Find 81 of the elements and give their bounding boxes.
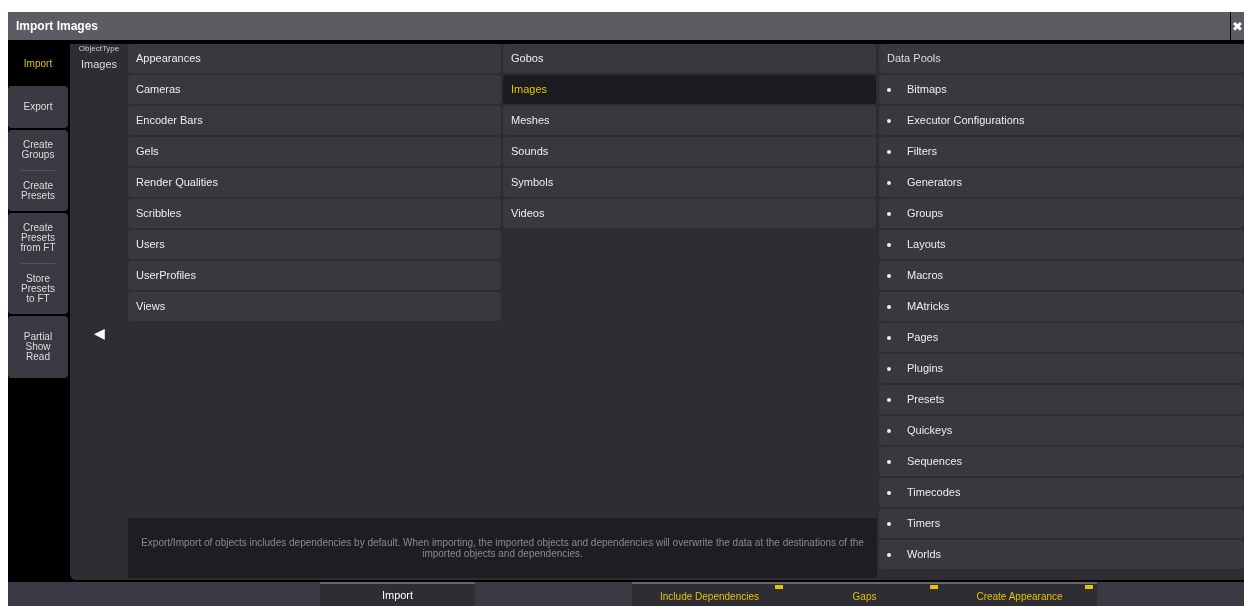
list-item[interactable]: Presets — [879, 385, 1244, 414]
list-item[interactable]: Worlds — [879, 540, 1244, 569]
bullet-icon — [887, 149, 891, 154]
list-item-label: Timers — [907, 516, 941, 532]
bullet-icon — [887, 366, 891, 371]
bullet-icon — [887, 211, 891, 216]
list-item[interactable]: Pages — [879, 323, 1244, 352]
list-item[interactable]: Quickeys — [879, 416, 1244, 445]
list-item[interactable]: Executor Configurations — [879, 106, 1244, 135]
indicator-icon — [1085, 585, 1093, 589]
list-item-label: Generators — [907, 175, 963, 191]
object-type-caption: ObjectType — [78, 44, 120, 54]
list-item[interactable]: Appearances — [128, 44, 501, 73]
toggle-button[interactable]: Include Dependencies — [632, 582, 787, 606]
list-item-label: Worlds — [907, 547, 942, 563]
list-item-label: Pages — [907, 330, 939, 346]
list-item[interactable]: UserProfiles — [128, 261, 501, 290]
close-button[interactable]: ✖ — [1230, 12, 1244, 40]
list-item-label: Presets — [907, 392, 945, 408]
bullet-icon — [887, 118, 891, 123]
list-item[interactable]: Meshes — [503, 106, 876, 135]
list-item[interactable]: Encoder Bars — [128, 106, 501, 135]
list-item[interactable]: Sounds — [503, 137, 876, 166]
bullet-icon — [887, 87, 891, 92]
list-item-label: Sequences — [907, 454, 963, 470]
list-item[interactable]: Plugins — [879, 354, 1244, 383]
list-item[interactable]: Symbols — [503, 168, 876, 197]
list-item[interactable]: Scribbles — [128, 199, 501, 228]
list-item[interactable]: Gels — [128, 137, 501, 166]
list-item[interactable]: Macros — [879, 261, 1244, 290]
bullet-icon — [887, 459, 891, 464]
list-header: Data Pools — [879, 44, 1244, 73]
sidebar-item[interactable]: Create Presets — [8, 175, 68, 207]
list-item[interactable]: MAtricks — [879, 292, 1244, 321]
window-title: Import Images — [15, 18, 99, 35]
list-item-label: Quickeys — [907, 423, 953, 439]
bullet-icon — [887, 242, 891, 247]
bullet-icon — [887, 335, 891, 340]
list-item[interactable]: Generators — [879, 168, 1244, 197]
list-item[interactable]: Bitmaps — [879, 75, 1244, 104]
bullet-icon — [887, 397, 891, 402]
sidebar-item[interactable]: Create Presets from FT — [8, 217, 68, 259]
list-item-label: MAtricks — [907, 299, 950, 315]
toggle-button[interactable]: Gaps — [787, 582, 942, 606]
list-item[interactable]: Videos — [503, 199, 876, 228]
indicator-icon — [775, 585, 783, 589]
list-item[interactable]: Users — [128, 230, 501, 259]
list-item[interactable]: Gobos — [503, 44, 876, 73]
list-item[interactable]: Timecodes — [879, 478, 1244, 507]
list-item[interactable]: Groups — [879, 199, 1244, 228]
list-item[interactable]: Layouts — [879, 230, 1244, 259]
import-button[interactable]: Import — [320, 582, 475, 606]
bullet-icon — [887, 428, 891, 433]
list-item-label: Timecodes — [907, 485, 961, 501]
list-item[interactable]: Cameras — [128, 75, 501, 104]
bullet-icon — [887, 490, 891, 495]
info-text: Export/Import of objects includes dependencies by default. When importing, the imported objects and dependencies will overwrite the data at the destinations of the imported objects and dependencies. — [140, 537, 865, 559]
bullet-icon — [887, 180, 891, 185]
list-item-label: Executor Configurations — [907, 113, 1025, 129]
indicator-icon — [930, 585, 938, 589]
toggle-button[interactable]: Create Appearance — [942, 582, 1097, 606]
sidebar-item[interactable]: Store Presets to FT — [8, 268, 68, 310]
bullet-icon — [887, 552, 891, 557]
list-item[interactable]: Render Qualities — [128, 168, 501, 197]
bullet-icon — [887, 521, 891, 526]
list-item-label: Filters — [907, 144, 937, 160]
list-item[interactable]: Filters — [879, 137, 1244, 166]
list-item-label: Groups — [907, 206, 944, 222]
bullet-icon — [887, 273, 891, 278]
list-item-label: Plugins — [907, 361, 944, 377]
sidebar-item[interactable]: Create Groups — [8, 134, 68, 166]
list-item[interactable]: Timers — [879, 509, 1244, 538]
list-item[interactable]: Views — [128, 292, 501, 321]
list-item[interactable]: Images — [503, 75, 876, 104]
bullet-icon — [887, 304, 891, 309]
list-item-label: Macros — [907, 268, 944, 284]
object-type-value: Images — [80, 57, 118, 72]
back-button[interactable]: ◀ — [93, 322, 105, 344]
list-item-label: Layouts — [907, 237, 946, 253]
list-item[interactable]: Sequences — [879, 447, 1244, 476]
list-item-label: Bitmaps — [907, 82, 947, 98]
